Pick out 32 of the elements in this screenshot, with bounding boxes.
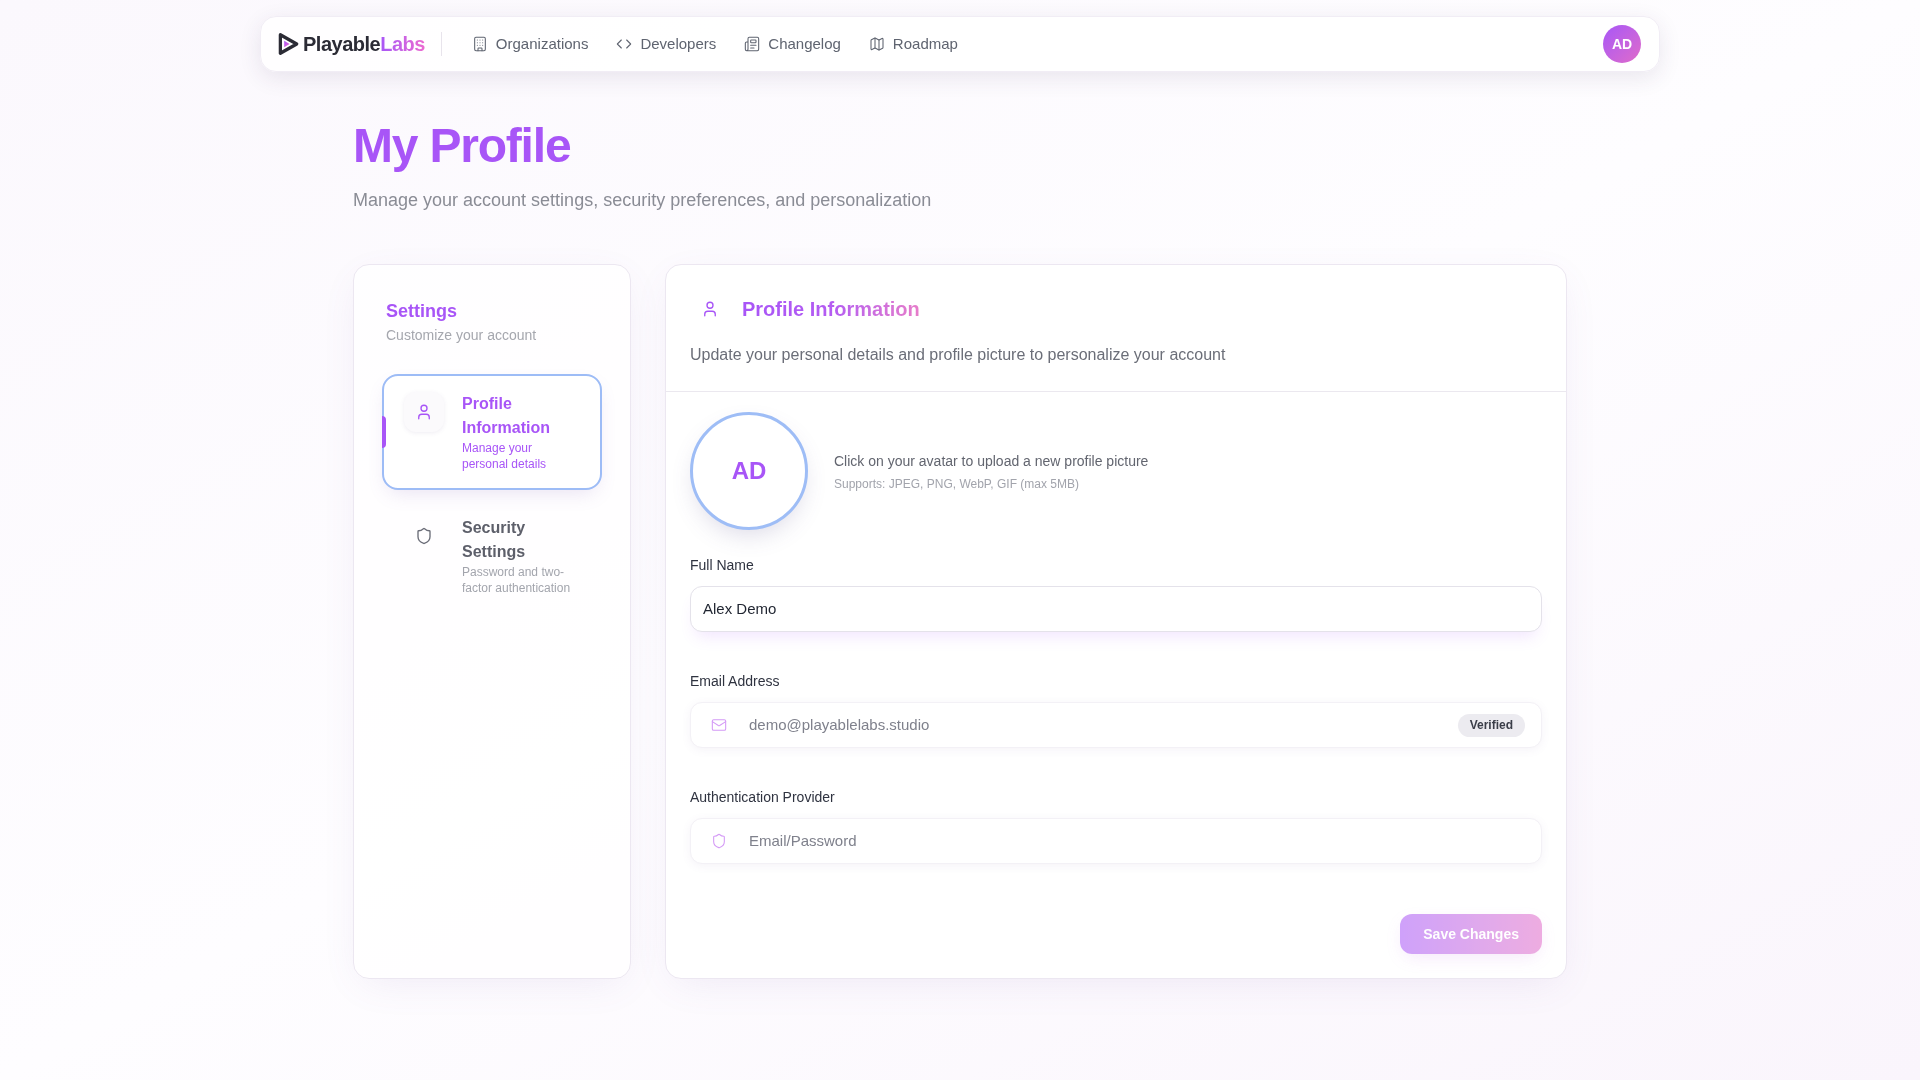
profile-avatar[interactable]: AD [690,412,808,530]
newspaper-icon [744,36,761,52]
field-label: Authentication Provider [690,788,836,807]
user-icon [701,300,719,318]
nav-link[interactable]: Changelog [744,32,841,56]
verified-badge: Verified [1457,713,1525,737]
building-icon [471,36,488,52]
sidebar-title: Settings [386,300,458,323]
code-icon [616,36,633,52]
nav-link[interactable]: Developers [616,32,717,56]
map-icon [868,36,885,52]
shield-icon [415,527,433,545]
name-field[interactable]: Alex Demo [690,586,1542,632]
field-label: Full Name [690,556,755,575]
settings-nav-item[interactable]: Security Settings Password and two-factor authentication [382,498,602,614]
page-subtitle: Manage your account settings, security preferences, and personalization [353,189,933,212]
user-avatar[interactable]: AD [1603,25,1641,63]
nav-link[interactable]: Organizations [471,32,589,56]
field-label: Email Address [690,672,781,691]
mail-icon [711,717,727,733]
logo-icon [277,32,299,56]
user-icon [404,392,444,432]
panel-description: Update your personal details and profile picture to personalize your account [690,345,1227,365]
selection-bar-icon [382,416,386,448]
supported-formats-note: Supports: JPEG, PNG, WebP, GIF (max 5MB) [834,475,1080,492]
nav-link[interactable]: Roadmap [868,32,958,56]
shield-icon [711,833,727,849]
sidebar-subtitle: Customize your account [386,326,538,345]
page-title: My Profile [353,122,572,170]
settings-nav-item[interactable]: Profile Information Manage your personal details [382,374,602,490]
avatar-upload-hint: Click on your avatar to upload a new profile picture [834,451,1149,471]
logo-wordmark[interactable]: PlayableLabs [303,29,425,59]
